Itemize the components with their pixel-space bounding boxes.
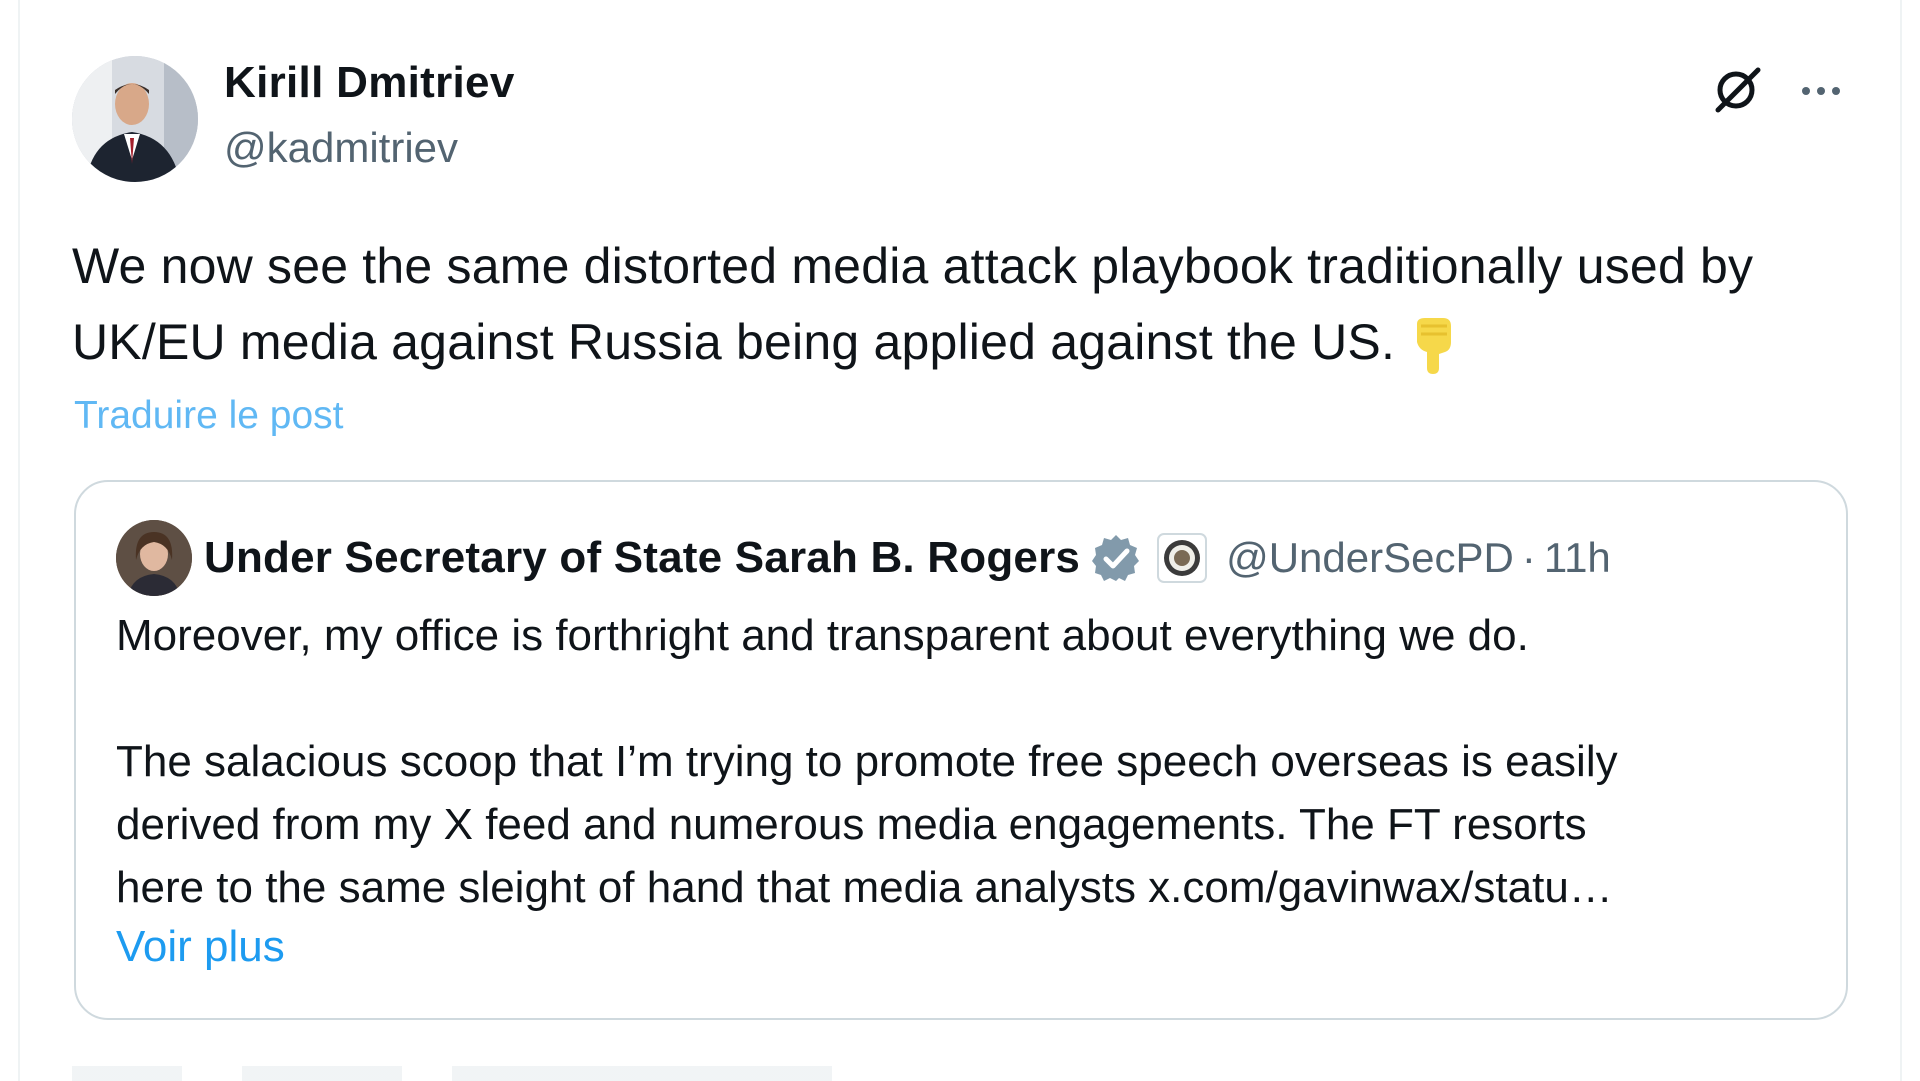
pointing-down-emoji [1409,317,1455,374]
cropped-post-metadata [72,1066,832,1081]
left-divider [18,0,20,1081]
post-text-content: We now see the same distorted media atta… [72,238,1754,370]
quoted-post-time[interactable]: 11h [1544,534,1611,582]
government-seal-icon[interactable] [1156,532,1208,584]
verified-badge-icon[interactable] [1090,532,1142,584]
author-handle[interactable]: @kadmitriev [224,124,458,172]
show-more-link[interactable]: Voir plus [116,922,285,972]
quoted-author-avatar[interactable] [116,520,192,596]
quoted-author-name[interactable]: Under Secretary of State Sarah B. Rogers [204,533,1080,583]
quoted-line-1: The salacious scoop that I’m trying to p… [116,737,1618,786]
quoted-post-text: Moreover, my office is forthright and tr… [116,604,1816,919]
quoted-line-2: derived from my X feed and numerous medi… [116,800,1587,849]
quoted-header-separator: · [1521,534,1536,581]
translate-post-link[interactable]: Traduire le post [74,394,344,438]
author-avatar[interactable] [72,56,198,182]
tweet-view: Kirill Dmitriev @kadmitriev We now see t… [0,0,1920,1081]
quoted-post-card[interactable]: Under Secretary of State Sarah B. Rogers… [74,480,1848,1020]
avatar-photo [72,56,198,182]
grok-icon[interactable] [1710,62,1764,116]
quoted-author-handle[interactable]: @UnderSecPD [1226,534,1514,582]
right-divider [1900,0,1902,1081]
quoted-line-3: here to the same sleight of hand that me… [116,863,1613,912]
quoted-avatar-photo [116,520,192,596]
more-options-icon[interactable] [1796,66,1846,116]
quoted-post-header: Under Secretary of State Sarah B. Rogers… [204,528,1611,588]
author-name[interactable]: Kirill Dmitriev [224,58,515,108]
post-text: We now see the same distorted media atta… [72,228,1872,380]
quoted-paragraph-1: Moreover, my office is forthright and tr… [116,611,1529,660]
